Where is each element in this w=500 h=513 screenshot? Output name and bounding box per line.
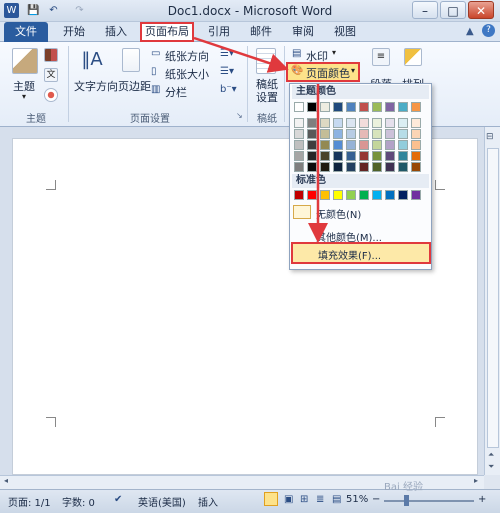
baidu-jingyan-watermark: Bai 经验 <box>384 482 423 493</box>
arrow-to-page-color <box>193 36 289 73</box>
annotation-arrows <box>193 36 328 243</box>
